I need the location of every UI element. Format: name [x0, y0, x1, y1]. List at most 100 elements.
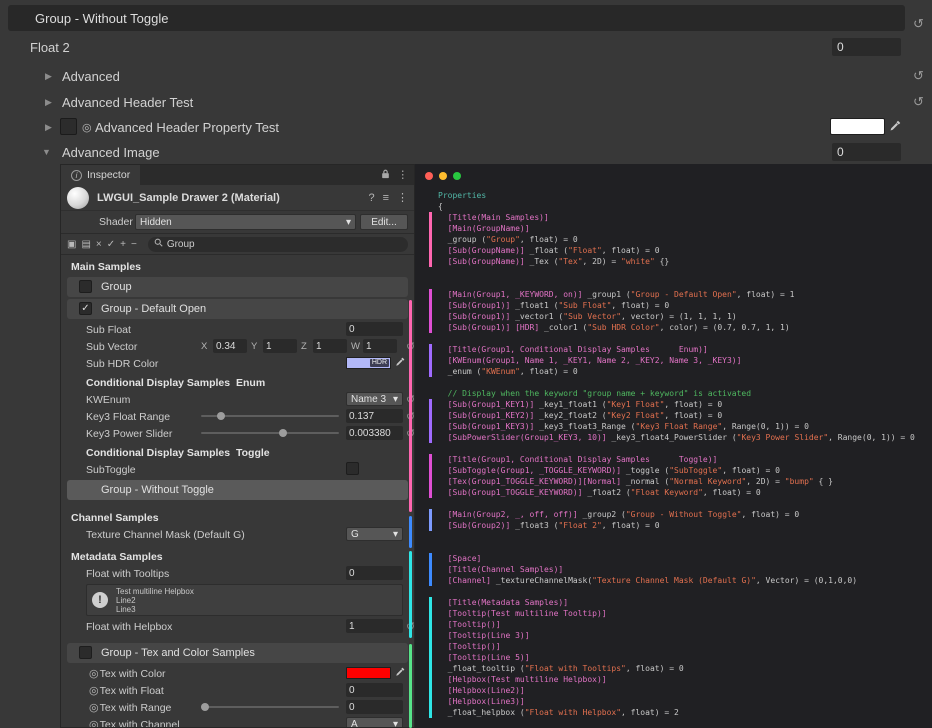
vector-w-field[interactable]: 1 — [363, 339, 397, 353]
axis-w-label: W — [351, 341, 359, 352]
key3-float-range-slider[interactable] — [201, 415, 339, 417]
material-preview-sphere[interactable] — [67, 187, 89, 209]
channel-mask-dropdown[interactable]: G ▾ — [346, 527, 403, 541]
group-checkbox[interactable] — [79, 646, 92, 659]
shader-dropdown[interactable]: Hidden ▾ — [135, 214, 356, 230]
chevron-down-icon[interactable]: ▼ — [42, 147, 51, 157]
vector-z-field[interactable]: 1 — [313, 339, 347, 353]
code-line: [KWEnum(Group1, Name 1, _KEY1, Name 2, _… — [438, 355, 930, 366]
float-with-tooltips-field[interactable]: 0 — [346, 566, 403, 580]
tex-with-range-slider[interactable] — [201, 706, 339, 708]
presets-icon[interactable]: ≡ — [383, 192, 389, 204]
paste-icon[interactable]: ▤ — [81, 239, 90, 250]
code-line: _float_helpbox ("Float with Helpbox", fl… — [438, 707, 930, 718]
hdr-color-swatch[interactable]: HDR — [346, 357, 391, 369]
help-icon[interactable]: ? — [368, 192, 374, 204]
foldout-advanced-image[interactable]: ▼ Advanced Image 0 — [0, 142, 932, 162]
group-header-group[interactable]: Group — [67, 277, 408, 297]
kebab-menu-icon[interactable]: ⋮ — [398, 169, 409, 181]
group-header-tex-and-color[interactable]: Group - Tex and Color Samples — [67, 643, 408, 663]
chevron-down-icon: ▾ — [393, 529, 398, 540]
header-property-checkbox[interactable] — [60, 118, 77, 135]
revert-icon[interactable]: ↺ — [406, 620, 415, 633]
chevron-down-icon: ▾ — [393, 394, 398, 405]
code-line: [Title(Channel Samples)] — [438, 564, 930, 575]
revert-icon[interactable]: ↺ — [913, 96, 924, 108]
group-checkbox-checked[interactable]: ✓ — [79, 302, 92, 315]
tex-channel-dropdown[interactable]: A ▾ — [346, 717, 403, 728]
chevron-right-icon[interactable]: ▶ — [45, 97, 52, 108]
texture-channel-mask-label: Texture Channel Mask (Default G) — [86, 529, 245, 541]
vector-y-field[interactable]: 1 — [263, 339, 297, 353]
code-line: [Channel] _textureChannelMask("Texture C… — [438, 575, 930, 586]
shader-edit-button[interactable]: Edit... — [360, 214, 408, 230]
revert-icon[interactable]: ↺ — [913, 18, 924, 30]
tab-inspector[interactable]: i Inspector — [61, 165, 140, 185]
key3-power-slider-field[interactable]: 0.003380 — [346, 426, 403, 440]
float2-field[interactable]: 0 — [832, 38, 901, 56]
minimize-icon[interactable] — [439, 172, 447, 180]
inspector-tabbar: i Inspector ⋮ — [61, 165, 414, 185]
revert-icon[interactable]: ↺ — [406, 427, 415, 440]
property-row-float-with-helpbox: Float with Helpbox 1 ↺ — [61, 618, 414, 635]
search-input[interactable]: Group — [148, 237, 408, 252]
property-row-subtoggle: SubToggle — [61, 461, 414, 478]
chevron-right-icon[interactable]: ▶ — [45, 71, 52, 82]
sub-float-field[interactable]: 0 — [346, 322, 403, 336]
group-without-toggle-header[interactable]: Group - Without Toggle — [8, 5, 905, 31]
header-metadata-samples: Metadata Samples — [71, 549, 414, 565]
group-header-default-open[interactable]: ✓ Group - Default Open — [67, 299, 408, 319]
foldout-advanced-header-test[interactable]: ▶ Advanced Header Test — [0, 92, 932, 112]
group-label: Group - Default Open — [101, 303, 206, 315]
tex-with-range-field[interactable]: 0 — [346, 700, 403, 714]
code-line: [Tex(Group1_TOGGLE_KEYWORD)][Normal] _no… — [438, 476, 930, 487]
collapse-all-icon[interactable]: − — [131, 239, 137, 250]
slider-knob[interactable] — [279, 429, 287, 437]
revert-icon[interactable]: ↺ — [913, 70, 924, 82]
slider-knob[interactable] — [217, 412, 225, 420]
lock-icon[interactable] — [381, 169, 390, 182]
color-swatch[interactable] — [830, 118, 885, 135]
tex-with-float-field[interactable]: 0 — [346, 683, 403, 697]
key3-float-range-field[interactable]: 0.137 — [346, 409, 403, 423]
override-indicator-icon: ◎ — [89, 701, 99, 714]
clear-icon[interactable]: × — [96, 239, 102, 250]
code-line: Properties — [438, 190, 930, 201]
eyedropper-icon[interactable] — [395, 667, 405, 677]
vector-x-field[interactable]: 0.34 — [213, 339, 247, 353]
code-line: // Display when the keyword "group name … — [438, 388, 930, 399]
advanced-image-label: Advanced Image — [62, 145, 160, 160]
subtoggle-checkbox[interactable] — [346, 462, 359, 475]
axis-y-label: Y — [251, 341, 259, 352]
eyedropper-icon[interactable] — [395, 357, 405, 367]
key3-power-slider[interactable] — [201, 432, 339, 434]
maximize-icon[interactable] — [453, 172, 461, 180]
axis-x-label: X — [201, 341, 209, 352]
close-icon[interactable] — [425, 172, 433, 180]
float-with-helpbox-field[interactable]: 1 — [346, 619, 403, 633]
tex-color-swatch[interactable] — [346, 667, 391, 679]
foldout-advanced-header-property-test[interactable]: ▶ ◎ Advanced Header Property Test — [0, 117, 932, 137]
group-checkbox[interactable] — [79, 280, 92, 293]
slider-knob[interactable] — [201, 703, 209, 711]
code-line: [Tooltip(Line 3)] — [438, 630, 930, 641]
revert-icon[interactable]: ↺ — [406, 410, 415, 423]
info-icon: i — [71, 170, 82, 181]
check-icon[interactable]: ✓ — [107, 239, 115, 250]
kebab-menu-icon[interactable]: ⋮ — [397, 191, 408, 204]
shader-label: Shader — [99, 216, 133, 228]
kwenum-dropdown[interactable]: Name 3 ▾ — [346, 392, 403, 406]
property-row-tex-with-color: ◎ Tex with Color — [61, 665, 414, 682]
revert-icon[interactable]: ↺ — [406, 340, 415, 353]
chevron-right-icon[interactable]: ▶ — [45, 122, 52, 133]
expand-all-icon[interactable]: + — [120, 239, 126, 250]
eyedropper-icon[interactable] — [889, 120, 901, 132]
foldout-advanced[interactable]: ▶ Advanced — [0, 66, 932, 86]
property-row-kwenum: KWEnum Name 3 ▾ ↺ — [61, 391, 414, 408]
group-header-without-toggle[interactable]: Group - Without Toggle — [67, 480, 408, 500]
code-line: [Tooltip(Test multiline Tooltip)] — [438, 608, 930, 619]
advanced-image-field[interactable]: 0 — [832, 143, 901, 161]
copy-icon[interactable]: ▣ — [67, 239, 76, 250]
revert-icon[interactable]: ↺ — [406, 393, 415, 406]
code-line — [438, 278, 930, 289]
